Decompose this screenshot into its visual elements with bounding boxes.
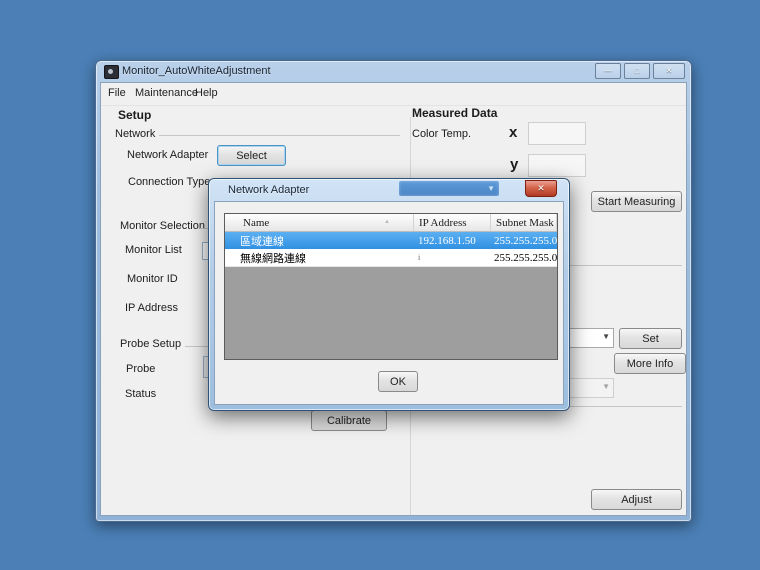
maximize-button[interactable]: □ <box>624 63 650 79</box>
app-icon <box>104 65 119 79</box>
chevron-down-icon: ▼ <box>602 382 610 391</box>
dialog-title: Network Adapter <box>228 184 310 196</box>
chevron-down-icon: ▼ <box>487 184 495 193</box>
adapter-mask: 255.255.255.0 <box>494 234 557 247</box>
y-value-field[interactable] <box>528 154 586 177</box>
measured-data-title: Measured Data <box>412 106 498 120</box>
desktop: Monitor_AutoWhiteAdjustment — □ ✕ File M… <box>0 0 760 570</box>
minimize-button[interactable]: — <box>595 63 621 79</box>
network-adapter-dialog: Network Adapter ✕ Name IP Address Subnet… <box>208 178 570 411</box>
probe-label: Probe <box>126 363 156 375</box>
network-group-label: Network <box>115 128 156 140</box>
monitor-list-label: Monitor List <box>125 244 182 256</box>
dialog-client: Name IP Address Subnet Mask ▲ 區域連線 192.1… <box>214 201 564 405</box>
start-measuring-button[interactable]: Start Measuring <box>591 191 682 212</box>
monitor-selection-group-label: Monitor Selection <box>120 220 205 232</box>
adapter-name: 區域連線 <box>240 235 284 248</box>
x-value-field[interactable] <box>528 122 586 145</box>
adapter-table: Name IP Address Subnet Mask ▲ 區域連線 192.1… <box>224 213 558 360</box>
table-row[interactable]: 區域連線 192.168.1.50 255.255.255.0 <box>225 232 557 249</box>
network-group-rule <box>159 135 400 136</box>
calibrate-button[interactable]: Calibrate <box>311 410 387 431</box>
table-row[interactable]: 無線網路連線 i 255.255.255.0 <box>225 249 557 267</box>
column-header-mask[interactable]: Subnet Mask <box>491 214 557 231</box>
adapter-table-header: Name IP Address Subnet Mask ▲ <box>225 214 557 232</box>
table-empty-area <box>225 267 557 359</box>
setup-section-title: Setup <box>118 108 152 122</box>
menu-file[interactable]: File <box>108 87 126 99</box>
color-temp-label: Color Temp. <box>412 128 472 140</box>
monitor-id-label: Monitor ID <box>127 273 178 285</box>
dialog-close-button[interactable]: ✕ <box>525 180 557 197</box>
menu-bar: File Maintenance Help <box>101 83 686 106</box>
probe-setup-group-label: Probe Setup <box>120 338 182 350</box>
window-title: Monitor_AutoWhiteAdjustment <box>122 65 271 77</box>
x-label: x <box>509 124 518 141</box>
chevron-down-icon: ▼ <box>602 332 610 341</box>
set-button[interactable]: Set <box>619 328 682 349</box>
menu-maintenance[interactable]: Maintenance <box>135 87 198 99</box>
ip-address-label: IP Address <box>125 302 178 314</box>
dialog-titlebar[interactable]: Network Adapter ✕ <box>209 179 569 200</box>
combobox-bleed-artifact: ▼ <box>399 181 499 196</box>
main-window-titlebar[interactable]: Monitor_AutoWhiteAdjustment — □ ✕ <box>96 61 691 82</box>
more-info-button[interactable]: More Info <box>614 353 686 374</box>
y-label: y <box>510 156 519 173</box>
adapter-mask: 255.255.255.0 <box>494 251 557 264</box>
ok-button[interactable]: OK <box>378 371 418 392</box>
column-header-ip[interactable]: IP Address <box>414 214 491 231</box>
adjust-button[interactable]: Adjust <box>591 489 682 510</box>
status-label: Status <box>125 388 157 400</box>
connection-type-label: Connection Type <box>128 176 211 188</box>
adapter-ip: i <box>418 253 421 262</box>
sort-ascending-icon: ▲ <box>384 219 390 225</box>
close-button[interactable]: ✕ <box>653 63 685 79</box>
select-button[interactable]: Select <box>217 145 286 166</box>
network-adapter-label: Network Adapter <box>127 149 209 161</box>
adapter-name: 無線網路連線 <box>240 252 306 265</box>
adapter-ip: 192.168.1.50 <box>418 234 476 247</box>
menu-help[interactable]: Help <box>195 87 218 99</box>
